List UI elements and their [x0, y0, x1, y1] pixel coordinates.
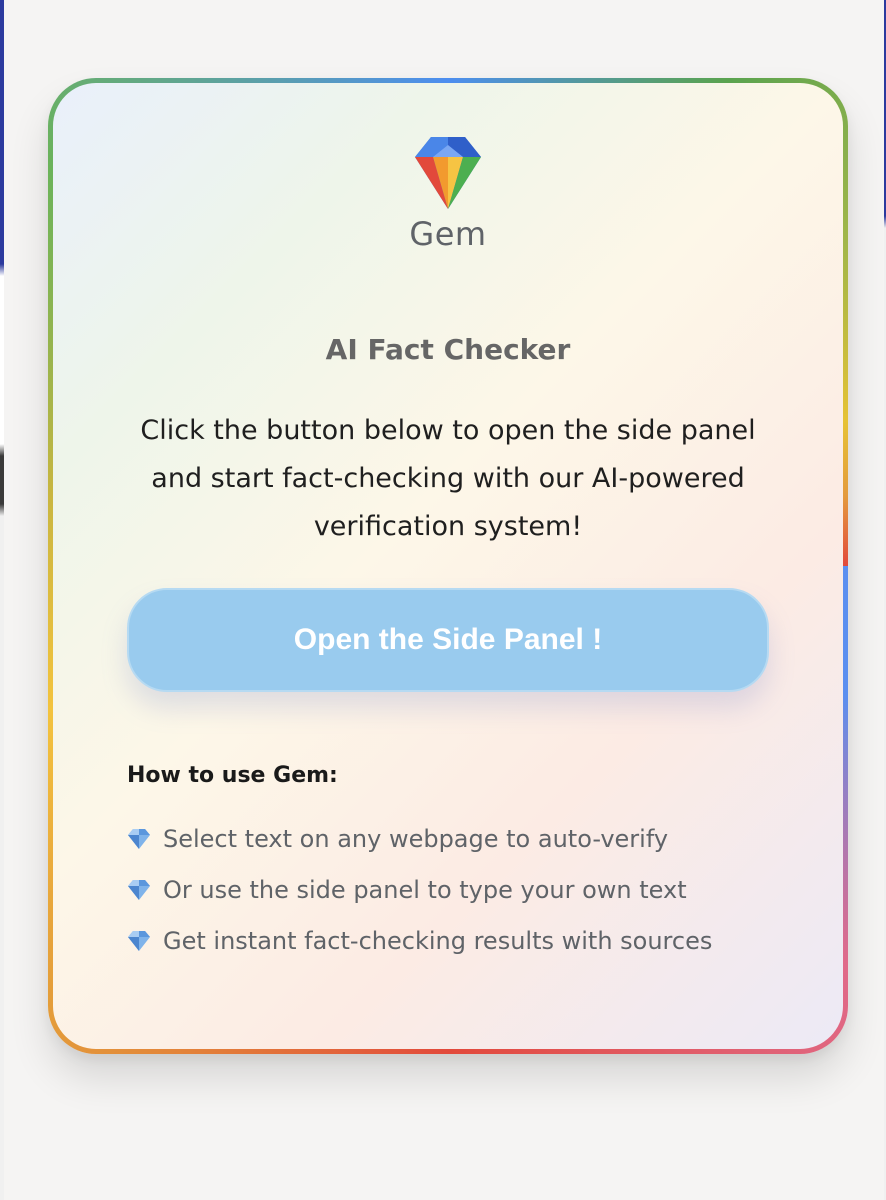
popup-window: Gem AI Fact Checker Click the button bel…: [4, 0, 884, 1200]
popup-card: Gem AI Fact Checker Click the button bel…: [53, 83, 843, 1049]
gem-icon: [128, 879, 150, 900]
howto-title: How to use Gem:: [127, 763, 338, 788]
open-side-panel-button[interactable]: Open the Side Panel !: [127, 588, 769, 692]
list-item-text: Get instant fact-checking results with s…: [163, 926, 713, 955]
list-item-text: Or use the side panel to type your own t…: [163, 875, 687, 904]
gem-diamond-icon: [415, 137, 481, 209]
page-title: AI Fact Checker: [325, 333, 571, 366]
list-item: Or use the side panel to type your own t…: [127, 864, 712, 915]
intro-text: Click the button below to open the side …: [140, 415, 756, 542]
gem-icon: [128, 930, 150, 951]
logo-text: Gem: [409, 215, 487, 253]
howto-list: Select text on any webpage to auto-verif…: [127, 813, 712, 966]
logo: Gem: [53, 135, 843, 253]
gem-icon: [128, 828, 150, 849]
list-item-text: Select text on any webpage to auto-verif…: [163, 824, 669, 853]
list-item: Select text on any webpage to auto-verif…: [127, 813, 712, 864]
card-gradient-border: Gem AI Fact Checker Click the button bel…: [48, 78, 848, 1054]
list-item: Get instant fact-checking results with s…: [127, 915, 712, 966]
